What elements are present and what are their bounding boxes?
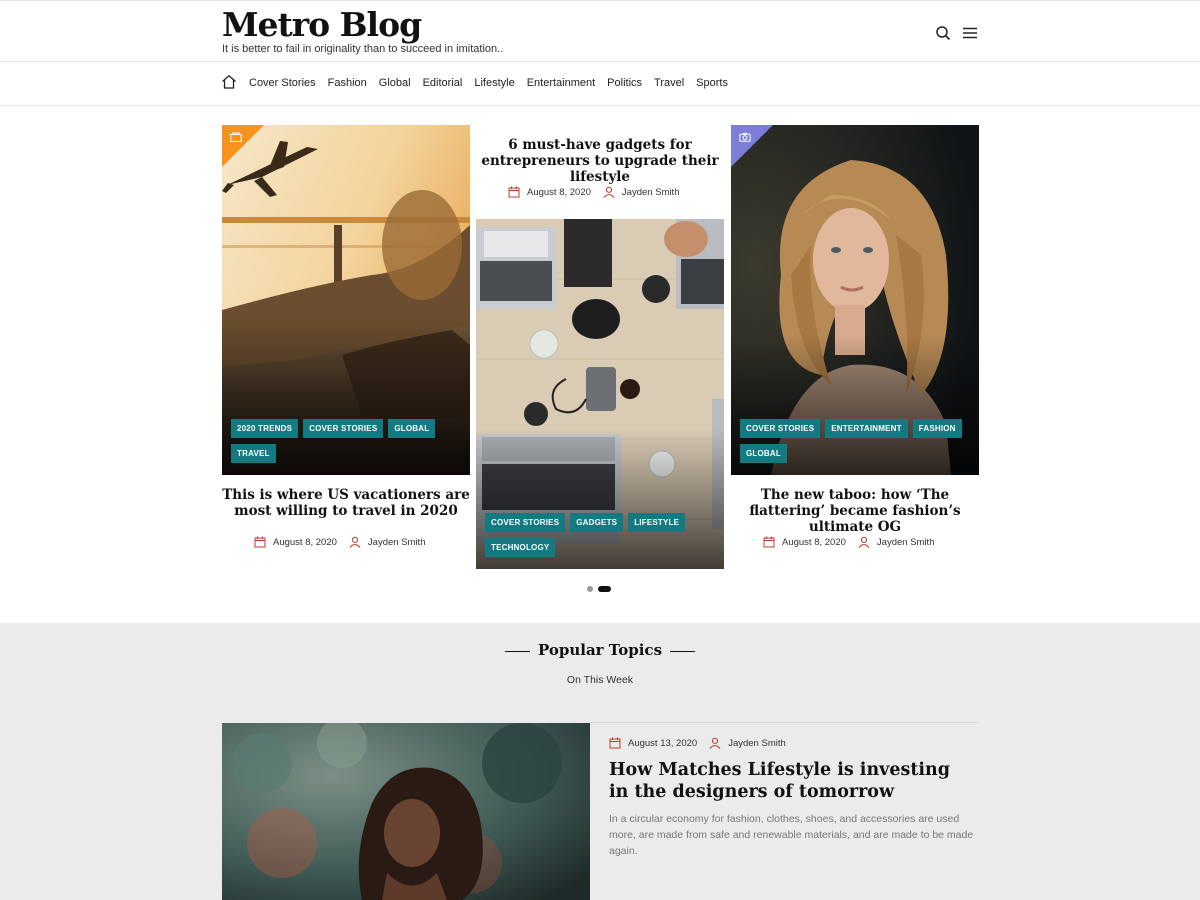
popular-post-title[interactable]: How Matches Lifestyle is investing in th…	[609, 759, 959, 803]
post-author-text: Jayden Smith	[876, 536, 935, 548]
post-title[interactable]: This is where US vacationers are most wi…	[222, 487, 470, 519]
calendar-icon	[763, 536, 775, 548]
popular-topics-section: Popular Topics On This Week August 13, 2…	[0, 623, 1200, 900]
post-meta: August 8, 2020 Jayden Smith	[254, 536, 425, 548]
user-icon	[349, 536, 361, 548]
nav-item-travel[interactable]: Travel	[654, 77, 684, 89]
tag-global[interactable]: Global	[388, 419, 436, 438]
tag-fashion[interactable]: Fashion	[912, 419, 962, 438]
post-format-corner	[222, 125, 264, 167]
nav-item-fashion[interactable]: Fashion	[328, 77, 367, 89]
post-image-fashion[interactable]: Cover Stories Entertainment Fashion Glob…	[731, 125, 979, 475]
search-icon[interactable]	[935, 25, 951, 41]
heading-line-right	[670, 650, 696, 652]
site-tagline: It is better to fail in originality than…	[222, 43, 504, 55]
popular-post-meta: August 13, 2020 Jayden Smith	[609, 737, 786, 749]
post-format-corner	[731, 125, 773, 167]
site-title[interactable]: Metro Blog	[222, 5, 422, 44]
popular-post-excerpt: In a circular economy for fashion, cloth…	[609, 813, 974, 857]
nav-item-politics[interactable]: Politics	[607, 77, 642, 89]
tag-entertainment[interactable]: Entertainment	[825, 419, 908, 438]
post-tags: Cover Stories Entertainment Fashion Glob…	[740, 419, 970, 463]
post-author[interactable]: Jayden Smith	[709, 737, 786, 749]
tag-gadgets[interactable]: Gadgets	[570, 513, 624, 532]
post-title[interactable]: The new taboo: how ‘The flattering’ beca…	[731, 487, 979, 535]
tag-cover-stories[interactable]: Cover Stories	[740, 419, 821, 438]
post-image-gadgets[interactable]: Cover Stories Gadgets Lifestyle Technolo…	[476, 219, 724, 569]
post-date[interactable]: August 8, 2020	[763, 536, 846, 548]
calendar-icon	[609, 737, 621, 749]
user-icon	[709, 737, 721, 749]
post-date[interactable]: August 13, 2020	[609, 737, 697, 749]
post-date-text: August 13, 2020	[628, 737, 698, 749]
hamburger-menu-icon[interactable]	[962, 25, 978, 41]
section-heading: Popular Topics	[0, 641, 1200, 659]
tag-cover-stories[interactable]: Cover Stories	[303, 419, 384, 438]
nav-menu: Cover Stories Fashion Global Editorial L…	[249, 77, 740, 89]
post-author-text: Jayden Smith	[728, 737, 786, 749]
tag-2020-trends[interactable]: 2020 Trends	[231, 419, 299, 438]
section-title: Popular Topics	[537, 641, 663, 659]
calendar-icon	[508, 186, 520, 198]
home-icon[interactable]	[221, 74, 237, 90]
post-date-text: August 8, 2020	[273, 536, 337, 548]
tag-cover-stories[interactable]: Cover Stories	[485, 513, 566, 532]
nav-item-lifestyle[interactable]: Lifestyle	[474, 77, 514, 89]
post-title[interactable]: 6 must-have gadgets for entrepreneurs to…	[476, 137, 724, 185]
slider-pagination	[587, 586, 611, 592]
woman-outdoor-photo	[222, 723, 590, 900]
gallery-icon	[230, 132, 242, 142]
tag-global[interactable]: Global	[740, 444, 787, 463]
tag-travel[interactable]: Travel	[231, 444, 276, 463]
tag-technology[interactable]: Technology	[485, 538, 556, 557]
post-author[interactable]: Jayden Smith	[603, 186, 680, 198]
post-author[interactable]: Jayden Smith	[349, 536, 426, 548]
divider	[590, 722, 978, 723]
camera-icon	[739, 132, 751, 142]
post-image-travel[interactable]: 2020 Trends Cover Stories Global Travel	[222, 125, 470, 475]
post-tags: 2020 Trends Cover Stories Global Travel	[231, 419, 461, 463]
heading-line-left	[504, 650, 530, 652]
user-icon	[858, 536, 870, 548]
post-tags: Cover Stories Gadgets Lifestyle Technolo…	[485, 513, 715, 557]
main-navigation: Cover Stories Fashion Global Editorial L…	[0, 62, 1200, 106]
popular-post-image[interactable]	[222, 723, 590, 900]
post-date-text: August 8, 2020	[527, 186, 591, 198]
slider-dot-1[interactable]	[587, 586, 593, 592]
post-meta: August 8, 2020 Jayden Smith	[763, 536, 934, 548]
nav-item-sports[interactable]: Sports	[696, 77, 728, 89]
nav-item-global[interactable]: Global	[379, 77, 411, 89]
post-author[interactable]: Jayden Smith	[858, 536, 935, 548]
slider-dot-2[interactable]	[598, 586, 611, 592]
post-date[interactable]: August 8, 2020	[254, 536, 337, 548]
post-author-text: Jayden Smith	[367, 536, 426, 548]
calendar-icon	[254, 536, 266, 548]
section-subtitle: On This Week	[566, 674, 634, 686]
post-meta: August 8, 2020 Jayden Smith	[508, 186, 679, 198]
post-date-text: August 8, 2020	[782, 536, 846, 548]
nav-item-entertainment[interactable]: Entertainment	[527, 77, 595, 89]
site-header: Metro Blog It is better to fail in origi…	[0, 0, 1200, 62]
nav-item-editorial[interactable]: Editorial	[423, 77, 463, 89]
tag-lifestyle[interactable]: Lifestyle	[628, 513, 686, 532]
post-author-text: Jayden Smith	[621, 186, 680, 198]
nav-item-cover-stories[interactable]: Cover Stories	[249, 77, 316, 89]
user-icon	[603, 186, 615, 198]
post-date[interactable]: August 8, 2020	[508, 186, 591, 198]
